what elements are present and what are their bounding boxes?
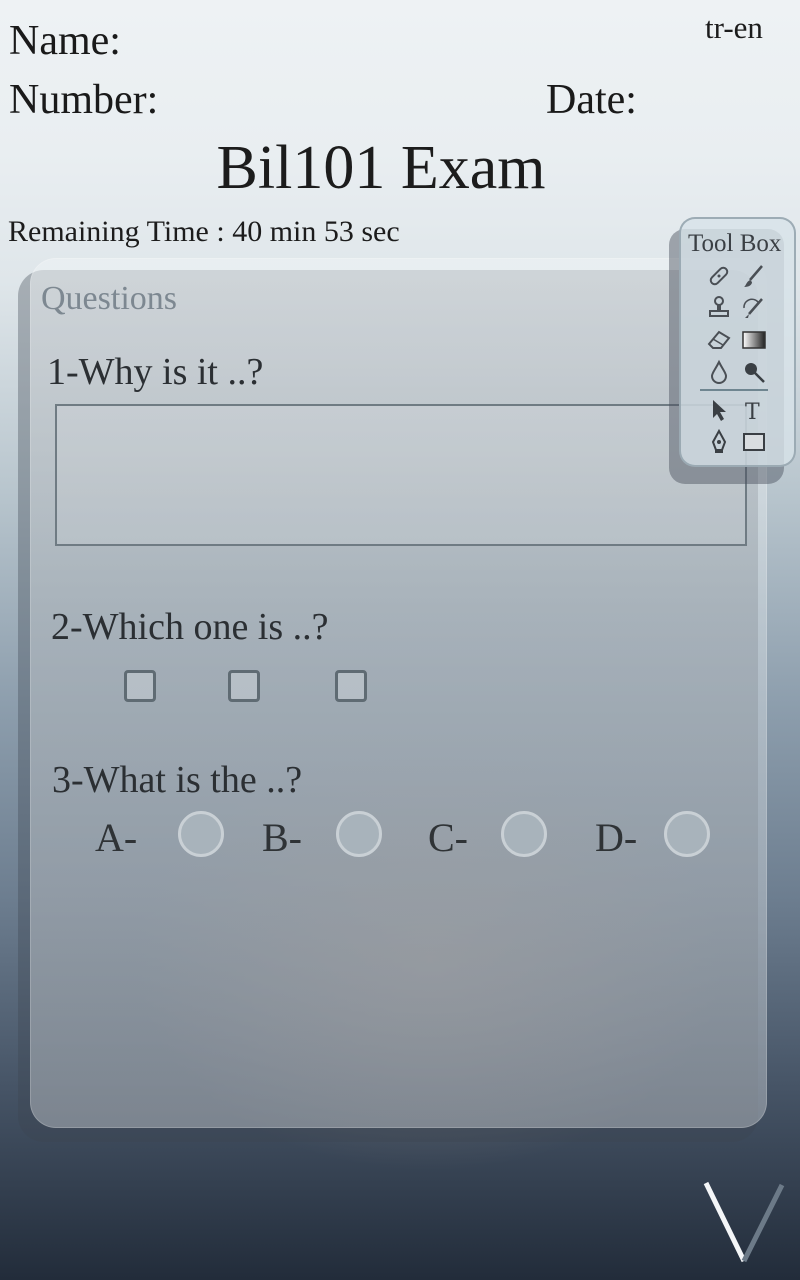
questions-panel-label: Questions [41,280,177,317]
bandage-icon[interactable] [705,262,733,290]
rectangle-icon[interactable] [740,428,768,456]
text-tool-icon[interactable]: T [740,396,768,424]
option-a-radio[interactable] [178,811,224,857]
toolbox-title: Tool Box [688,230,782,257]
dodge-icon[interactable] [740,358,768,386]
eraser-icon[interactable] [705,326,733,354]
option-b-radio[interactable] [336,811,382,857]
pen-icon[interactable] [705,428,733,456]
language-toggle[interactable]: tr-en [705,10,763,46]
option-a-label: A- [95,815,138,860]
question-2-checkbox-2[interactable] [228,670,260,702]
pointer-icon[interactable] [705,396,733,424]
blur-drop-icon[interactable] [705,358,733,386]
history-brush-icon[interactable] [740,294,768,322]
stamp-icon[interactable] [705,294,733,322]
option-c-radio[interactable] [501,811,547,857]
option-d-radio[interactable] [664,811,710,857]
question-1-text: 1-Why is it ..? [47,351,264,393]
option-d-label: D- [595,815,638,860]
question-2-checkbox-3[interactable] [335,670,367,702]
gradient-icon[interactable] [740,326,768,354]
v-logo [698,1175,788,1272]
question-2-checkbox-1[interactable] [124,670,156,702]
question-3-text: 3-What is the ..? [52,759,303,801]
toolbox-divider [700,389,768,391]
svg-text:T: T [745,400,760,424]
name-label: Name: [9,18,121,64]
question-2-text: 2-Which one is ..? [51,606,329,648]
number-label: Number: [9,77,159,123]
option-b-label: B- [262,815,302,860]
exam-title: Bil101 Exam [216,134,546,202]
question-1-answer-field[interactable] [55,404,747,546]
brush-icon[interactable] [740,262,768,290]
date-label: Date: [546,77,637,123]
remaining-time: Remaining Time : 40 min 53 sec [8,215,400,248]
option-c-label: C- [428,815,468,860]
